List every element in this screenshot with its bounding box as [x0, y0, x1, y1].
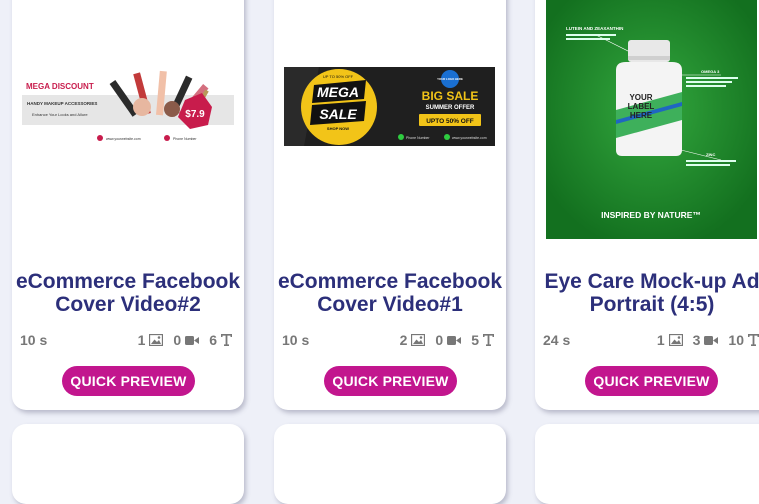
text-icon	[483, 334, 494, 346]
thumb-phone: Phone Number	[406, 136, 430, 140]
asset-counts: 1 3 10	[657, 332, 759, 348]
thumb-line2: Enhance Your Looks and Allure	[32, 112, 88, 117]
video-count: 3	[692, 332, 701, 348]
text-count: 10	[728, 332, 744, 348]
video-count: 0	[173, 332, 182, 348]
thumb-omega: OMEGA 3	[701, 69, 720, 74]
template-card[interactable]: $7.9 MEGA DISCOUNT HANDY MAKEUP ACCESSOR…	[12, 0, 244, 410]
video-camera-icon	[185, 335, 200, 345]
thumb-line1: HANDY MAKEUP ACCESSORIES	[27, 101, 97, 106]
thumb-website: www.yourwebsite.com	[452, 136, 487, 140]
template-card[interactable]	[535, 424, 759, 504]
image-icon	[668, 334, 683, 346]
image-count: 1	[656, 332, 665, 348]
thumb-website: www.yourwebsite.com	[106, 137, 141, 141]
thumb-upto: UPTO 50% OFF	[426, 118, 474, 125]
template-title[interactable]: Eye Care Mock-up Ad Portrait (4:5)	[535, 270, 759, 316]
thumb-logo: YOUR LOGO HERE	[437, 77, 463, 81]
text-icon	[221, 334, 232, 346]
text-icon	[748, 334, 759, 346]
text-count: 5	[471, 332, 479, 348]
thumb-headline: MEGA DISCOUNT	[26, 82, 94, 91]
image-count: 2	[399, 332, 408, 348]
duration-label: 10 s	[20, 332, 48, 348]
thumb-price: $7.9	[185, 109, 205, 120]
template-card[interactable]	[274, 424, 506, 504]
video-camera-icon	[447, 335, 462, 345]
thumbnail-image[interactable]: MEGA SALE UP TO 50% OFF SHOP NOW YOUR LO…	[284, 67, 495, 146]
thumb-tagline: INSPIRED BY NATURE™	[601, 210, 701, 220]
template-card[interactable]: LUTEIN AND ZEAXANTHIN OMEGA 3 ZINC YOUR L…	[535, 0, 759, 410]
quick-preview-button[interactable]: QUICK PREVIEW	[585, 366, 718, 396]
image-icon	[411, 334, 426, 346]
quick-preview-button[interactable]: QUICK PREVIEW	[324, 366, 457, 396]
thumb-bottle-label: YOUR LABEL HERE	[628, 93, 655, 120]
quick-preview-button[interactable]: QUICK PREVIEW	[62, 366, 195, 396]
video-count: 0	[435, 332, 444, 348]
template-title[interactable]: eCommerce Facebook Cover Video#1	[274, 270, 506, 316]
thumb-top-label: LUTEIN AND ZEAXANTHIN	[566, 26, 623, 31]
template-card[interactable]	[12, 424, 244, 504]
template-card[interactable]: MEGA SALE UP TO 50% OFF SHOP NOW YOUR LO…	[274, 0, 506, 410]
template-meta: 10 s 1 0 6	[12, 332, 244, 350]
template-title[interactable]: eCommerce Facebook Cover Video#2	[12, 270, 244, 316]
thumb-zinc: ZINC	[706, 152, 715, 157]
asset-counts: 2 0 5	[400, 332, 494, 348]
thumb-phone: Phone Number	[173, 137, 197, 141]
template-meta: 10 s 2 0 5	[274, 332, 506, 350]
thumbnail-image[interactable]: $7.9 MEGA DISCOUNT HANDY MAKEUP ACCESSOR…	[22, 67, 234, 150]
asset-counts: 1 0 6	[138, 332, 232, 348]
duration-label: 10 s	[282, 332, 310, 348]
image-count: 1	[137, 332, 146, 348]
duration-label: 24 s	[543, 332, 571, 348]
template-meta: 24 s 1 3 10	[535, 332, 759, 350]
thumb-mega: MEGA	[317, 84, 359, 100]
thumb-shop: SHOP NOW	[327, 126, 349, 131]
text-count: 6	[209, 332, 217, 348]
thumb-tag-top: UP TO 50% OFF	[323, 74, 354, 79]
thumb-summer: SUMMER OFFER	[426, 105, 475, 111]
video-camera-icon	[704, 335, 719, 345]
thumbnail-image[interactable]: LUTEIN AND ZEAXANTHIN OMEGA 3 ZINC YOUR L…	[546, 0, 757, 239]
image-icon	[149, 334, 164, 346]
thumb-big-sale: BIG SALE	[422, 89, 479, 103]
thumb-sale: SALE	[319, 106, 357, 122]
